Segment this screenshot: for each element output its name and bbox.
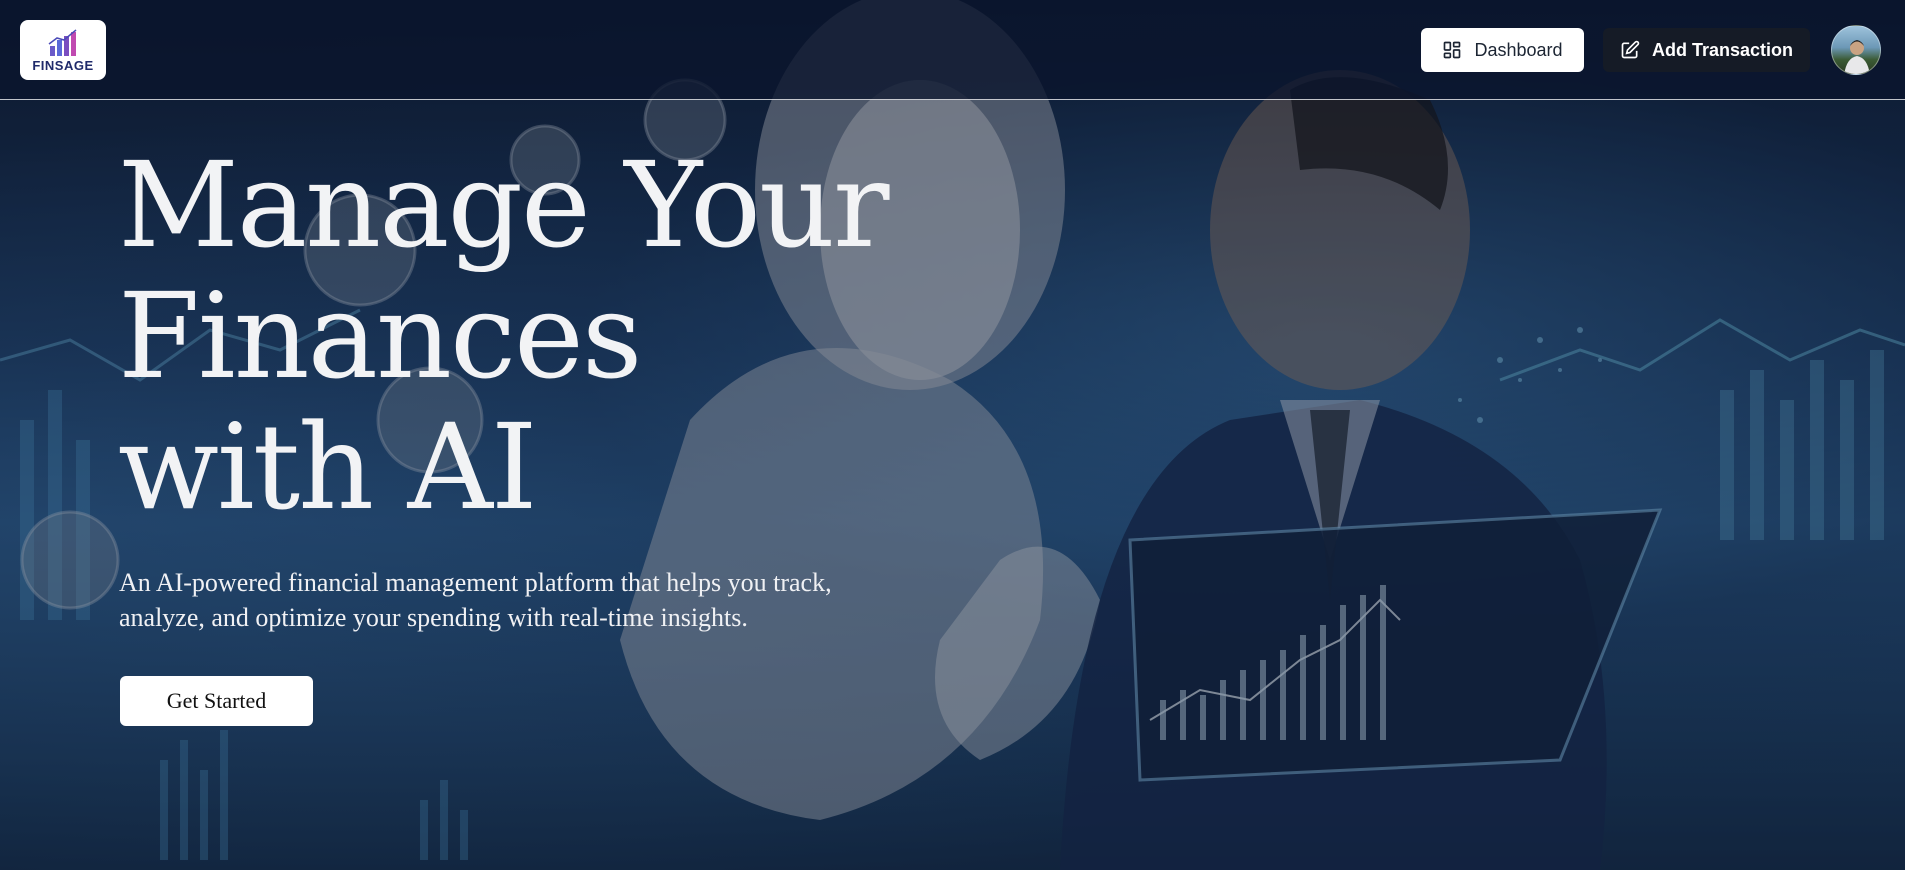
hero-title-line: Finances (118, 267, 642, 405)
dashboard-button[interactable]: Dashboard (1421, 28, 1584, 72)
top-navbar: FINSAGE Dashboard Add Transaction (0, 0, 1905, 100)
hero-subtitle: An AI-powered financial management platf… (119, 565, 899, 635)
add-transaction-button-label: Add Transaction (1651, 39, 1794, 60)
finsage-logo[interactable]: FINSAGE (20, 20, 106, 80)
logo-text: FINSAGE (32, 57, 94, 73)
hero-subtitle-line: analyze, and optimize your spending with… (119, 603, 748, 632)
hero-title-line: with AI (118, 398, 538, 536)
user-photo (1844, 40, 1870, 74)
get-started-button[interactable]: Get Started (120, 676, 313, 726)
add-transaction-button[interactable]: Add Transaction (1603, 28, 1810, 72)
layout-grid-icon (1444, 41, 1461, 59)
hero-title-line: Manage Your (118, 136, 890, 274)
pen-square-icon (1621, 40, 1640, 59)
user-avatar[interactable] (1831, 25, 1881, 75)
bar-chart-logo-icon (48, 28, 77, 56)
hero-subtitle-line: An AI-powered financial management platf… (119, 568, 832, 597)
hero-title: Manage Your Finances with AI (118, 140, 1018, 533)
dashboard-button-label: Dashboard (1474, 39, 1563, 60)
